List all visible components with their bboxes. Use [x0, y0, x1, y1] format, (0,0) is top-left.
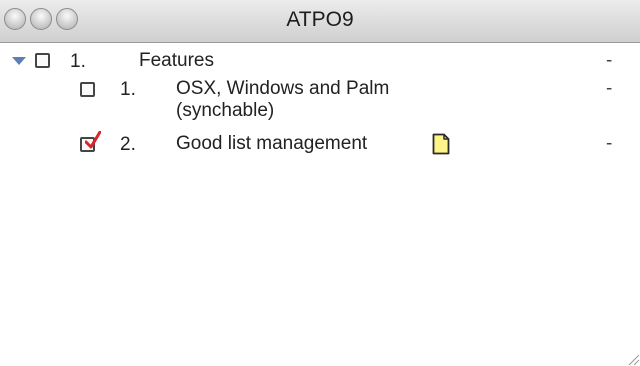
resize-grip-icon[interactable]: [626, 352, 640, 366]
item-label-line1[interactable]: OSX, Windows and Palm: [176, 77, 389, 101]
outline-row-list-management[interactable]: 2. Good list management -: [0, 131, 630, 161]
note-icon[interactable]: [432, 133, 450, 155]
title-bar[interactable]: ATPO9: [0, 0, 640, 43]
outline-row-osx[interactable]: 1. OSX, Windows and Palm (synchable) -: [0, 77, 630, 127]
item-label[interactable]: Good list management: [176, 132, 367, 156]
checkbox-icon[interactable]: [35, 53, 50, 68]
checkmark-icon: [85, 131, 101, 149]
item-dash: -: [606, 50, 613, 71]
disclosure-triangle-open-icon[interactable]: [12, 57, 26, 65]
outline-view: 1. Features - 1. OSX, Windows and Palm (…: [0, 43, 630, 366]
item-label-line2[interactable]: (synchable): [176, 99, 274, 123]
item-dash: -: [606, 78, 613, 99]
checkbox-icon[interactable]: [80, 82, 95, 97]
item-number: 2.: [120, 134, 136, 155]
item-dash: -: [606, 133, 613, 154]
item-label[interactable]: Features: [139, 49, 214, 73]
checkbox-icon[interactable]: [80, 131, 101, 152]
item-number: 1.: [120, 79, 136, 100]
app-window: ATPO9 1. Features - 1. OSX, Windows and …: [0, 0, 640, 366]
outline-row-features[interactable]: 1. Features -: [0, 49, 630, 75]
item-number: 1.: [70, 51, 86, 72]
window-title: ATPO9: [286, 8, 354, 31]
